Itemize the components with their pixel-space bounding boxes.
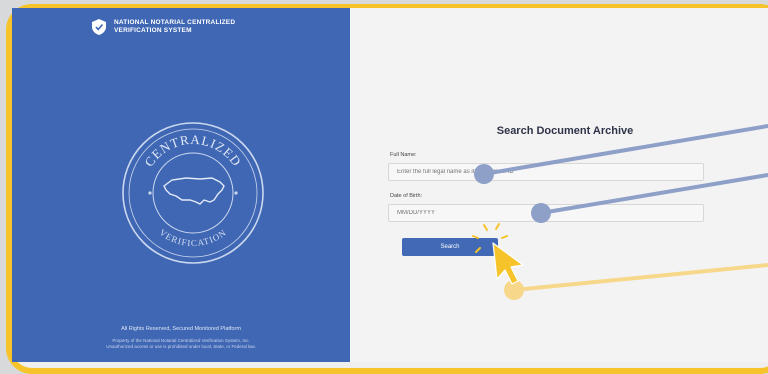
annotation-overlay: [472, 124, 768, 300]
cursor-icon: [492, 242, 524, 285]
